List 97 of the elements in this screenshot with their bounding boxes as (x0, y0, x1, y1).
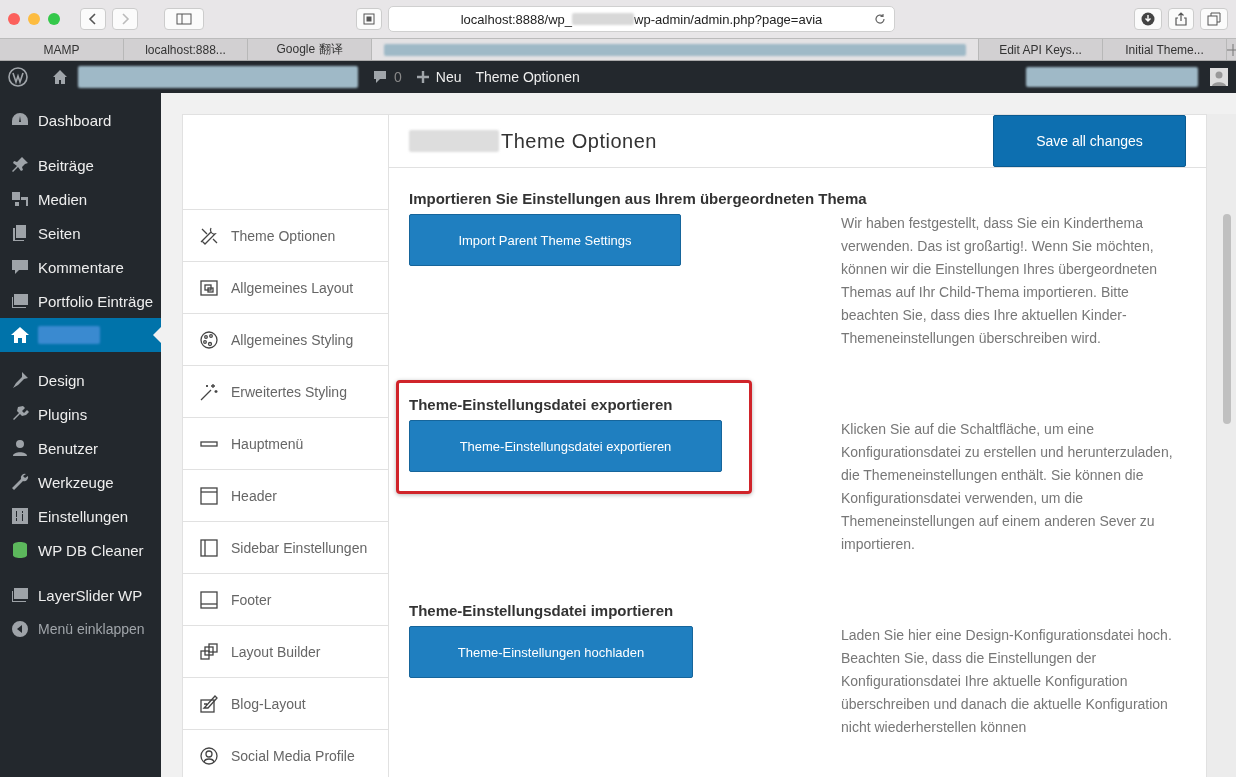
browser-tab[interactable]: Edit API Keys... (979, 39, 1103, 60)
menu-bar-icon (199, 440, 219, 447)
layout-icon (199, 277, 219, 298)
menu-item[interactable]: Seiten (0, 216, 161, 250)
sliders-icon (10, 506, 30, 526)
edit-icon (199, 693, 219, 714)
options-nav-item[interactable]: Allgemeines Layout (183, 262, 388, 314)
options-nav-item[interactable]: Erweitertes Styling (183, 366, 388, 418)
back-button[interactable] (80, 8, 106, 30)
browser-tab[interactable]: Initial Theme... (1103, 39, 1227, 60)
browser-tab[interactable]: MAMP (0, 39, 124, 60)
address-field[interactable]: localhost:8888/wp_ wp-admin/admin.php?page=avia (388, 6, 895, 32)
menu-item[interactable]: Menü einklappen (0, 612, 161, 646)
user-circle-icon (199, 745, 219, 766)
comment-icon (372, 69, 388, 85)
options-nav-item[interactable]: Social Media Profile (183, 730, 388, 777)
description-text: Klicken Sie auf die Schaltfläche, um eine Konfigurationsdatei zu erstellen und herunterzuladen, die Themeneinstellungen enthält. Sie können die Konfigurationsdatei verwenden, um die Themeneinstellungen auf einem anderen Sever zu importieren. (841, 420, 1174, 554)
browser-tab[interactable] (372, 39, 979, 60)
media-icon (10, 189, 30, 209)
back-icon (88, 13, 98, 25)
sidebar-button[interactable] (164, 8, 204, 30)
wrench-icon (10, 472, 30, 492)
avatar-icon[interactable] (1210, 68, 1228, 86)
url-text: localhost:8888/wp_ (460, 11, 572, 27)
forward-button[interactable] (112, 8, 138, 30)
action-button[interactable]: Import Parent Theme Settings (409, 214, 681, 266)
menu-item[interactable] (0, 318, 161, 352)
images-icon (10, 291, 30, 311)
minimize-button[interactable] (28, 13, 40, 25)
menu-item[interactable]: Plugins (0, 397, 161, 431)
url-text: wp-admin/admin.php?page=avia (634, 11, 823, 27)
menu-item[interactable]: Medien (0, 182, 161, 216)
footer-icon (199, 589, 219, 610)
options-nav-item[interactable]: Hauptmenü (183, 418, 388, 470)
scrollbar-thumb[interactable] (1222, 214, 1231, 424)
menu-item[interactable]: Werkzeuge (0, 465, 161, 499)
home-icon[interactable] (52, 69, 68, 85)
menu-item[interactable]: Beiträge (0, 148, 161, 182)
theme-options-link[interactable]: Theme Optionen (475, 69, 580, 85)
menu-item[interactable]: Portfolio Einträge (0, 284, 161, 318)
menu-item[interactable]: Kommentare (0, 250, 161, 284)
stack-icon (199, 641, 219, 662)
share-icon (1175, 12, 1187, 26)
images-icon (10, 585, 30, 605)
description-text: Laden Sie hier eine Design-Konfigurationsdatei hoch. Beachten Sie, dass die Einstellungen der Konfigurationsdatei Ihre aktuelle Konfiguration überschreiben und danach die aktuelle Konfiguration nicht wiederherstellen können (841, 626, 1173, 737)
options-nav-item[interactable]: Header (183, 470, 388, 522)
tabs-button[interactable] (1200, 8, 1228, 30)
new-link[interactable]: Neu (415, 69, 462, 85)
tabs-icon (1207, 12, 1221, 26)
zoom-button[interactable] (48, 13, 60, 25)
share-button[interactable] (1168, 8, 1194, 30)
database-icon (10, 540, 30, 560)
menu-item[interactable]: WP DB Cleaner (0, 533, 161, 567)
magic-wand-icon (199, 381, 219, 402)
description-text: Wir haben festgestellt, dass Sie ein Kinderthema verwenden. Das ist großartig!. Wenn Sie möchten, können wir die Einstellungen Ihres übergeordneten Themas auf Ihr Child-Thema importieren. Bitte beachten Sie, dass dies Ihre aktuellen Kinder-Themeneinstellungen überschreiben wird. (841, 214, 1158, 348)
collapse-icon (10, 619, 30, 639)
menu-item[interactable]: Benutzer (0, 431, 161, 465)
wordpress-logo-icon[interactable] (8, 67, 28, 87)
menu-item[interactable]: Dashboard (0, 103, 161, 137)
save-button[interactable]: Save all changes (993, 115, 1186, 167)
close-button[interactable] (8, 13, 20, 25)
sidebar-icon (176, 13, 192, 25)
pin-icon (10, 155, 30, 175)
options-nav-item[interactable]: Layout Builder (183, 626, 388, 678)
menu-item[interactable]: Design (0, 363, 161, 397)
reader-button[interactable] (356, 8, 382, 30)
header-icon (199, 485, 219, 506)
redacted-block (572, 13, 634, 25)
action-button[interactable]: Theme-Einstellungsdatei exportieren (409, 420, 722, 472)
options-nav-item[interactable]: Blog-Layout (183, 678, 388, 730)
options-nav-item[interactable]: Footer (183, 574, 388, 626)
options-nav-item[interactable]: Theme Optionen (183, 210, 388, 262)
section-heading: Theme-Einstellungsdatei exportieren (409, 396, 673, 413)
forward-icon (120, 13, 130, 25)
menu-item[interactable]: Einstellungen (0, 499, 161, 533)
options-nav-item[interactable]: Allgemeines Styling (183, 314, 388, 366)
reader-icon (363, 13, 375, 25)
section-heading: Theme-Einstellungsdatei importieren (409, 602, 674, 619)
sidebar-icon (199, 537, 219, 558)
plus-icon (415, 70, 430, 84)
menu-item[interactable]: LayerSlider WP (0, 578, 161, 612)
section-heading: Importieren Sie Einstellungen aus Ihrem übergeordneten Thema (409, 190, 867, 207)
palette-icon (199, 329, 219, 350)
user-icon (10, 438, 30, 458)
options-nav-item[interactable]: Sidebar Einstellungen (183, 522, 388, 574)
comment-icon (10, 257, 30, 277)
home-icon (10, 325, 30, 345)
tools-icon (199, 225, 219, 246)
brush-icon (10, 370, 30, 390)
comments-link[interactable]: 0 (372, 69, 402, 85)
action-button[interactable]: Theme-Einstellungen hochladen (409, 626, 693, 678)
plus-icon (1227, 43, 1236, 56)
downloads-button[interactable] (1134, 8, 1162, 30)
browser-tab[interactable]: localhost:888... (124, 39, 248, 60)
page-title: Theme Optionen (501, 129, 657, 153)
reload-icon[interactable] (874, 13, 886, 25)
download-icon (1141, 12, 1155, 26)
